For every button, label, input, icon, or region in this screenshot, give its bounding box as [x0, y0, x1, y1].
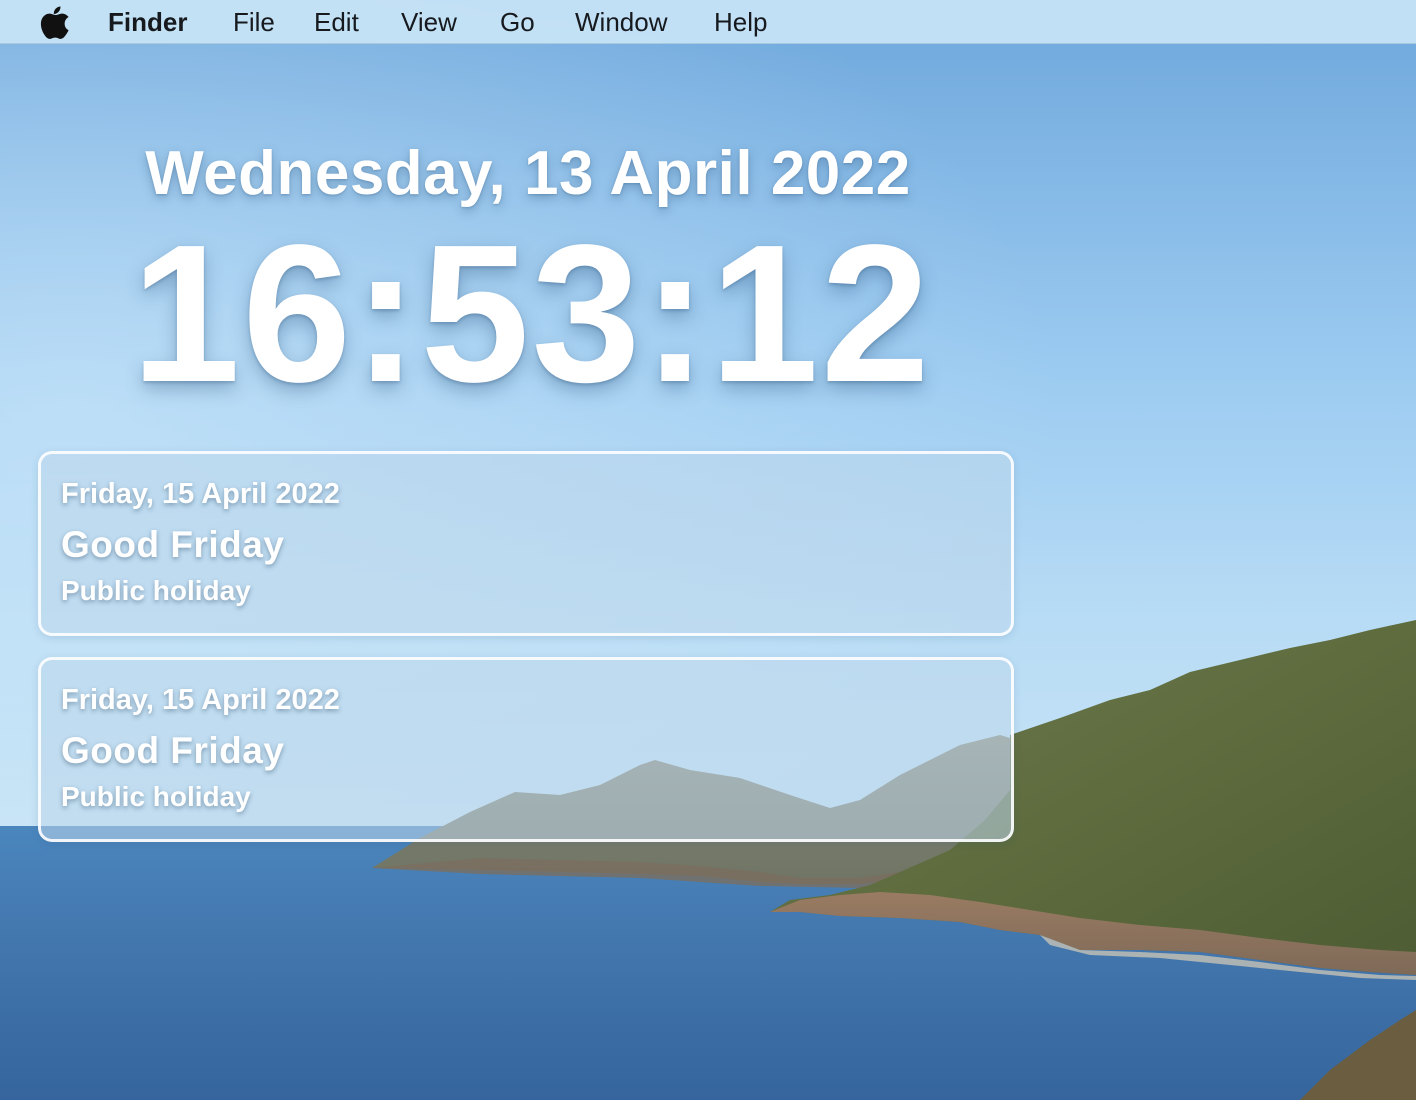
event-title: Good Friday	[61, 730, 285, 771]
current-date: Wednesday, 13 April 2022	[145, 139, 911, 208]
menu-view[interactable]: View	[401, 0, 457, 44]
event-type: Public holiday	[61, 781, 251, 812]
event-card[interactable]: Friday, 15 April 2022 Good Friday Public…	[38, 657, 1014, 842]
clock-time: 16:53:12	[131, 204, 932, 423]
event-date: Friday, 15 April 2022	[61, 478, 340, 510]
event-card[interactable]: Friday, 15 April 2022 Good Friday Public…	[38, 451, 1014, 636]
menu-file[interactable]: File	[233, 0, 275, 44]
apple-icon[interactable]	[40, 5, 70, 39]
menu-window[interactable]: Window	[575, 0, 667, 44]
menu-bar: Finder File Edit View Go Window Help	[0, 0, 1416, 44]
menu-help[interactable]: Help	[714, 0, 767, 44]
menu-go[interactable]: Go	[500, 0, 535, 44]
menu-edit[interactable]: Edit	[314, 0, 359, 44]
event-date: Friday, 15 April 2022	[61, 684, 340, 716]
event-title: Good Friday	[61, 524, 285, 565]
menu-app-finder[interactable]: Finder	[108, 0, 187, 44]
event-type: Public holiday	[61, 575, 251, 606]
